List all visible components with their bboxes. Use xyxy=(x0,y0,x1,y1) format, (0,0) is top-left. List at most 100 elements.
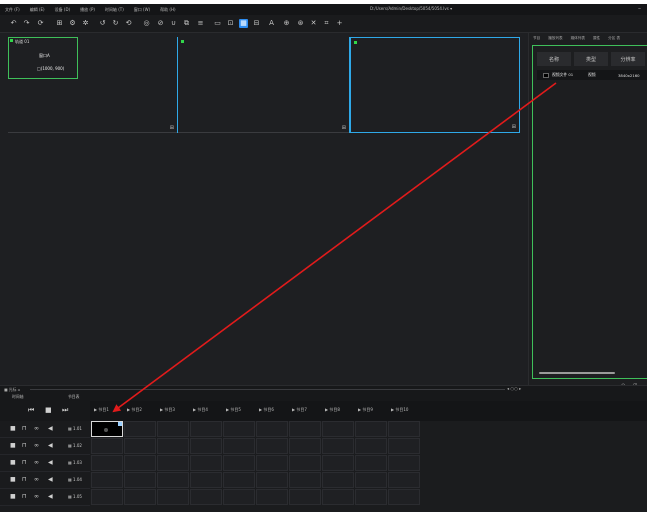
stop-icon[interactable]: ■ xyxy=(45,406,52,414)
program-cell[interactable] xyxy=(355,455,387,471)
target-icon[interactable]: ◎ xyxy=(142,19,151,28)
program-cell[interactable] xyxy=(223,472,255,488)
menu-edit[interactable]: 编辑 (E) xyxy=(25,7,50,13)
program-cell[interactable] xyxy=(289,438,321,454)
menu-help[interactable]: 帮助 (H) xyxy=(155,7,180,13)
track-row[interactable]: ■ ⊓ ∞ ◀ ▦ 1.01 xyxy=(0,421,90,438)
prev-icon[interactable]: ⏮ xyxy=(28,406,34,415)
program-cell[interactable] xyxy=(124,455,156,471)
menu-window[interactable]: 窗口 (W) xyxy=(129,7,155,13)
lock-icon[interactable]: ⊓ xyxy=(22,442,27,449)
undo-icon[interactable]: ↶ xyxy=(9,19,18,28)
program-cell[interactable] xyxy=(256,489,288,505)
audio-icon[interactable]: ◀ xyxy=(48,493,53,500)
track-row[interactable]: ■ ⊓ ∞ ◀ ▦ 1.02 xyxy=(0,438,90,455)
visibility-icon[interactable]: ■ xyxy=(10,442,16,449)
program-2[interactable]: ▶ 节目2 xyxy=(127,407,142,413)
program-cell[interactable] xyxy=(124,421,156,437)
program-cell[interactable] xyxy=(190,472,222,488)
link-icon[interactable]: ∞ xyxy=(34,459,39,466)
screen-1[interactable]: 轨道 01 窗口A □(1000, 900) ⊞ xyxy=(8,37,178,133)
visibility-icon[interactable]: ■ xyxy=(10,459,16,466)
program-cell[interactable] xyxy=(289,489,321,505)
program-cell[interactable] xyxy=(124,438,156,454)
program-cell[interactable] xyxy=(190,421,222,437)
display-icon[interactable]: ▭ xyxy=(213,19,222,28)
program-cell[interactable] xyxy=(388,438,420,454)
visibility-icon[interactable]: ■ xyxy=(10,425,16,432)
lock-icon[interactable]: ⊓ xyxy=(22,476,27,483)
program-cell[interactable] xyxy=(91,438,123,454)
refresh-icon[interactable]: ⟳ xyxy=(36,19,45,28)
program-cell[interactable] xyxy=(91,489,123,505)
tab-timeline[interactable]: 时间轴 xyxy=(12,394,23,400)
grid-icon[interactable]: ⊞ xyxy=(55,19,64,28)
zoom-control[interactable]: ◂ ○○ ▸ xyxy=(507,386,521,391)
screen-3[interactable]: ⊞ xyxy=(350,37,520,133)
rotate-left-icon[interactable]: ↺ xyxy=(98,19,107,28)
program-cell[interactable] xyxy=(388,421,420,437)
track-row[interactable]: ■ ⊓ ∞ ◀ ▦ 1.04 xyxy=(0,472,90,489)
program-cell[interactable] xyxy=(91,472,123,488)
program-cell[interactable] xyxy=(256,438,288,454)
program-cell[interactable] xyxy=(124,472,156,488)
program-cell[interactable] xyxy=(355,489,387,505)
lock-icon[interactable]: ⊓ xyxy=(22,425,27,432)
rotate-right-icon[interactable]: ↻ xyxy=(111,19,120,28)
window-path[interactable]: D:/Users/Admin/Desktop/5054/5054.lvs ▾ xyxy=(370,6,452,11)
tab-program[interactable]: 节目 xyxy=(529,36,544,41)
tab-media[interactable]: 媒体列表 xyxy=(567,36,589,41)
lock-icon[interactable]: ⊓ xyxy=(22,459,27,466)
visibility-icon[interactable]: ■ xyxy=(10,493,16,500)
program-cell[interactable] xyxy=(289,472,321,488)
settings-icon[interactable]: ⚙ xyxy=(68,19,77,28)
header-type[interactable]: 类型 xyxy=(574,52,608,66)
program-cell[interactable] xyxy=(322,421,354,437)
program-cell[interactable] xyxy=(322,438,354,454)
program-6[interactable]: ▶ 节目6 xyxy=(259,407,274,413)
audio-icon[interactable]: ◀ xyxy=(48,459,53,466)
program-cell[interactable] xyxy=(388,489,420,505)
screen-2[interactable]: ⊞ xyxy=(178,37,350,133)
program-cell[interactable] xyxy=(190,455,222,471)
expand-icon[interactable]: ⊕ xyxy=(282,19,291,28)
program-cell[interactable] xyxy=(223,455,255,471)
grid-active-icon[interactable]: ▦ xyxy=(239,19,248,28)
program-cell[interactable] xyxy=(223,438,255,454)
text-icon[interactable]: A xyxy=(267,19,276,28)
menu-device[interactable]: 设备 (D) xyxy=(50,7,75,13)
tab-properties[interactable]: 属性 xyxy=(589,36,604,41)
program-cell[interactable] xyxy=(322,455,354,471)
audio-icon[interactable]: ◀ xyxy=(48,442,53,449)
program-4[interactable]: ▶ 节目4 xyxy=(193,407,208,413)
program-cell[interactable] xyxy=(157,472,189,488)
program-cell[interactable] xyxy=(91,455,123,471)
layer-window[interactable]: 轨道 01 窗口A □(1000, 900) xyxy=(8,37,78,79)
program-7[interactable]: ▶ 节目7 xyxy=(292,407,307,413)
cut-icon[interactable]: ✕ xyxy=(309,19,318,28)
program-cell[interactable] xyxy=(355,438,387,454)
program-cell[interactable] xyxy=(355,421,387,437)
horizontal-scrollbar[interactable] xyxy=(539,372,615,374)
audio-icon[interactable]: ◀ xyxy=(48,476,53,483)
program-cell-selected[interactable] xyxy=(91,421,123,437)
window-icon[interactable]: ⊡ xyxy=(226,19,235,28)
lock-icon[interactable]: ⊓ xyxy=(22,493,27,500)
program-cell[interactable] xyxy=(355,472,387,488)
program-cell[interactable] xyxy=(190,489,222,505)
stage-canvas[interactable]: 轨道 01 窗口A □(1000, 900) ⊞ ⊞ ⊞ xyxy=(0,33,528,385)
timeline-scrubber[interactable] xyxy=(30,389,505,390)
redo-icon[interactable]: ↷ xyxy=(22,19,31,28)
loop-icon[interactable]: ⟲ xyxy=(124,19,133,28)
program-cell[interactable] xyxy=(157,489,189,505)
record-icon[interactable]: ⊘ xyxy=(156,19,165,28)
program-cell[interactable] xyxy=(388,472,420,488)
tab-schedule[interactable]: 节目表 xyxy=(68,394,79,400)
track-row[interactable]: ■ ⊓ ∞ ◀ ▦ 1.03 xyxy=(0,455,90,472)
track-row[interactable]: ■ ⊓ ∞ ◀ ▦ 1.05 xyxy=(0,489,90,506)
audio-icon[interactable]: ◀ xyxy=(48,425,53,432)
program-3[interactable]: ▶ 节目3 xyxy=(160,407,175,413)
program-cell[interactable] xyxy=(190,438,222,454)
link-icon[interactable]: ∞ xyxy=(34,476,39,483)
program-cell[interactable] xyxy=(124,489,156,505)
